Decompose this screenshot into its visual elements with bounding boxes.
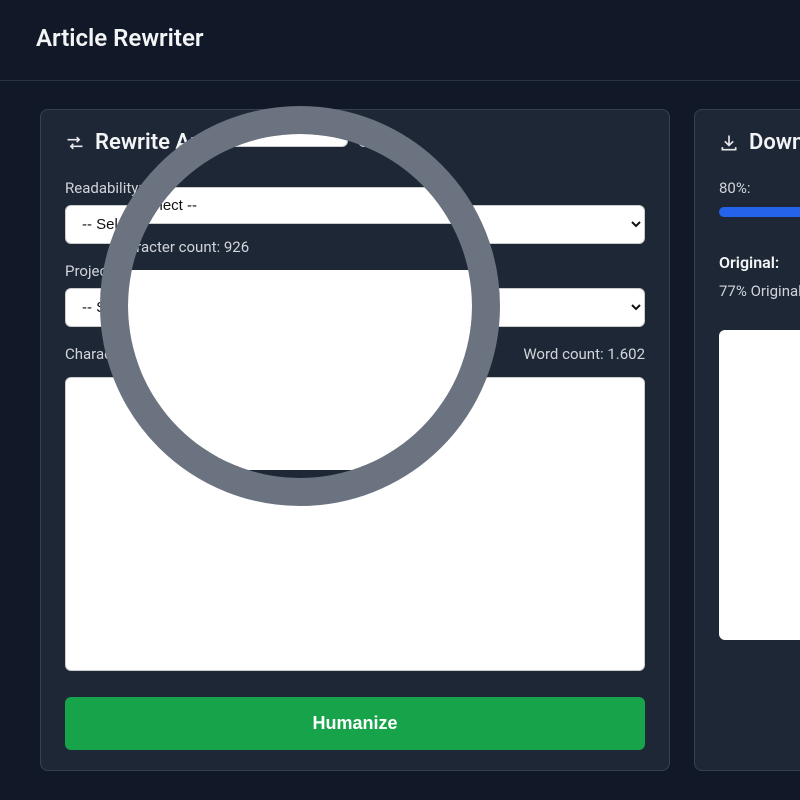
char-count-right: Word count: 1.602 xyxy=(523,345,645,363)
magnifier: Readability: -- Select -- Project: -- Se… xyxy=(100,106,500,506)
output-box xyxy=(719,330,800,640)
progress-bar xyxy=(719,207,800,217)
page-title: Article Rewriter xyxy=(36,24,764,52)
percent-label: 80%: xyxy=(719,179,800,197)
progress-fill xyxy=(719,207,800,217)
download-card: Download 80%: Original: 77% Original xyxy=(694,109,800,771)
mag-project-label: Project: xyxy=(110,161,500,179)
mag-project-select[interactable]: -- Select -- xyxy=(110,187,500,224)
download-icon xyxy=(719,133,739,153)
original-text: 77% Original xyxy=(719,282,800,300)
mag-char-count: Character count: 926 xyxy=(110,238,500,256)
humanize-button[interactable]: Humanize xyxy=(65,697,645,750)
swap-icon xyxy=(65,133,85,153)
original-title: Original: xyxy=(719,253,800,272)
download-card-title: Download xyxy=(749,130,800,155)
mag-box xyxy=(110,270,500,470)
download-card-header: Download xyxy=(719,130,800,155)
app-header: Article Rewriter xyxy=(0,0,800,81)
